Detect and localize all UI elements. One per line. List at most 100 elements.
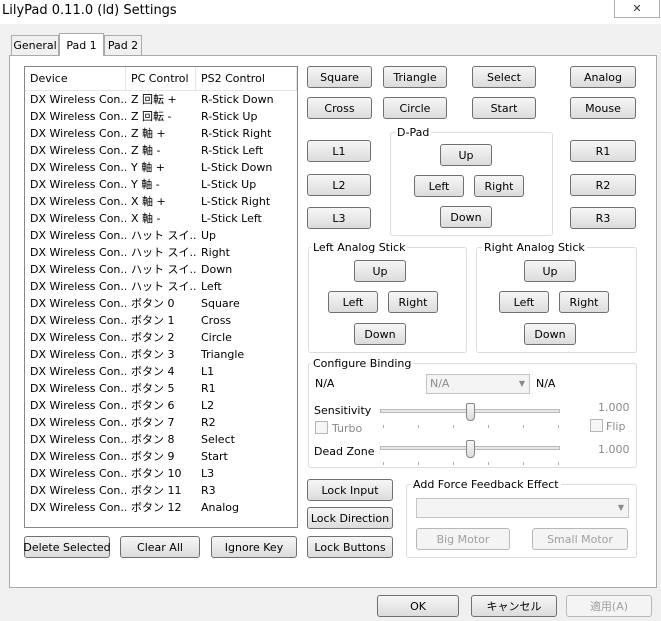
- ignore-key-button[interactable]: Ignore Key: [211, 536, 297, 558]
- tab-pad-1[interactable]: Pad 1: [59, 33, 104, 56]
- cell-pc-control: Z 軸 +: [131, 127, 166, 140]
- table-row[interactable]: DX Wireless Con... ボタン 8 Select: [25, 431, 297, 448]
- cell-device: DX Wireless Con...: [30, 93, 126, 106]
- table-row[interactable]: DX Wireless Con... X 軸 - L-Stick Left: [25, 210, 297, 227]
- lock-direction-button[interactable]: Lock Direction: [307, 507, 393, 529]
- mouse-button[interactable]: Mouse: [570, 97, 636, 119]
- square-button[interactable]: Square: [307, 66, 372, 88]
- start-button[interactable]: Start: [472, 97, 536, 119]
- chevron-down-icon: ▼: [617, 503, 624, 512]
- cell-pc-control: ボタン 2: [131, 331, 175, 344]
- sensitivity-slider-thumb[interactable]: [466, 403, 475, 421]
- cell-ps2-control: L-Stick Down: [201, 161, 273, 174]
- table-row[interactable]: DX Wireless Con... ボタン 7 R2: [25, 414, 297, 431]
- header-pc-control[interactable]: PC Control: [126, 67, 196, 91]
- cell-pc-control: ボタン 12: [131, 501, 182, 514]
- select-button[interactable]: Select: [472, 66, 536, 88]
- cell-device: DX Wireless Con...: [30, 178, 126, 191]
- cell-ps2-control: Down: [201, 263, 233, 276]
- table-row[interactable]: DX Wireless Con... ハット スイ... Up: [25, 227, 297, 244]
- cell-ps2-control: Cross: [201, 314, 232, 327]
- right-stick-up-button[interactable]: Up: [524, 260, 576, 282]
- bindings-list[interactable]: Device PC Control PS2 Control DX Wireles…: [24, 66, 298, 528]
- turbo-checkbox[interactable]: [315, 421, 328, 434]
- close-icon: ✕: [632, 2, 642, 15]
- table-row[interactable]: DX Wireless Con... ハット スイ... Down: [25, 261, 297, 278]
- dpad-right-button[interactable]: Right: [474, 175, 524, 197]
- circle-button[interactable]: Circle: [383, 97, 447, 119]
- r2-button[interactable]: R2: [570, 174, 636, 196]
- l3-button[interactable]: L3: [307, 207, 371, 229]
- lock-buttons-button[interactable]: Lock Buttons: [307, 536, 393, 558]
- lock-input-button[interactable]: Lock Input: [307, 479, 393, 501]
- table-row[interactable]: DX Wireless Con... ボタン 6 L2: [25, 397, 297, 414]
- analog-button[interactable]: Analog: [570, 66, 636, 88]
- close-button[interactable]: ✕: [614, 0, 660, 18]
- cross-button[interactable]: Cross: [307, 97, 372, 119]
- configure-binding-title: Configure Binding: [311, 357, 414, 370]
- table-row[interactable]: DX Wireless Con... X 軸 + L-Stick Right: [25, 193, 297, 210]
- l2-button[interactable]: L2: [307, 174, 371, 196]
- table-row[interactable]: DX Wireless Con... ハット スイ... Left: [25, 278, 297, 295]
- binding-combo-value: N/A: [430, 377, 450, 390]
- table-row[interactable]: DX Wireless Con... ボタン 5 R1: [25, 380, 297, 397]
- cell-pc-control: ボタン 7: [131, 416, 175, 429]
- table-row[interactable]: DX Wireless Con... ボタン 3 Triangle: [25, 346, 297, 363]
- table-row[interactable]: DX Wireless Con... ボタン 4 L1: [25, 363, 297, 380]
- tab-pad-2[interactable]: Pad 2: [104, 35, 142, 55]
- table-row[interactable]: DX Wireless Con... Z 回転 + R-Stick Down: [25, 91, 297, 108]
- delete-selected-button[interactable]: Delete Selected: [23, 536, 111, 558]
- table-row[interactable]: DX Wireless Con... Z 軸 + R-Stick Right: [25, 125, 297, 142]
- right-stick-right-button[interactable]: Right: [559, 291, 609, 313]
- r1-button[interactable]: R1: [570, 140, 636, 162]
- table-row[interactable]: DX Wireless Con... ボタン 10 L3: [25, 465, 297, 482]
- dpad-left-button[interactable]: Left: [414, 175, 464, 197]
- tab-general[interactable]: General: [11, 35, 59, 55]
- small-motor-button[interactable]: Small Motor: [532, 528, 628, 550]
- clear-all-button[interactable]: Clear All: [120, 536, 200, 558]
- header-device[interactable]: Device: [25, 67, 126, 91]
- table-row[interactable]: DX Wireless Con... ボタン 0 Square: [25, 295, 297, 312]
- flip-checkbox[interactable]: [590, 419, 603, 432]
- slider-tick: [558, 425, 559, 428]
- list-rows: DX Wireless Con... Z 回転 + R-Stick Down DX W…: [25, 91, 297, 516]
- left-stick-down-button[interactable]: Down: [354, 323, 406, 345]
- turbo-label: Turbo: [332, 422, 363, 435]
- binding-value-label: N/A: [536, 377, 556, 390]
- ok-button[interactable]: OK: [377, 595, 459, 617]
- l1-button[interactable]: L1: [307, 140, 371, 162]
- force-feedback-combo[interactable]: ▼: [416, 498, 629, 518]
- r3-button[interactable]: R3: [570, 207, 636, 229]
- dpad-up-button[interactable]: Up: [440, 144, 492, 166]
- cell-pc-control: Y 軸 +: [131, 161, 165, 174]
- left-analog-stick-title: Left Analog Stick: [311, 241, 408, 254]
- cell-ps2-control: Start: [201, 450, 228, 463]
- cell-device: DX Wireless Con...: [30, 161, 126, 174]
- table-row[interactable]: DX Wireless Con... Y 軸 + L-Stick Down: [25, 159, 297, 176]
- table-row[interactable]: DX Wireless Con... ボタン 2 Circle: [25, 329, 297, 346]
- table-row[interactable]: DX Wireless Con... ボタン 12 Analog: [25, 499, 297, 516]
- big-motor-button[interactable]: Big Motor: [416, 528, 510, 550]
- slider-tick: [523, 425, 524, 428]
- deadzone-slider-thumb[interactable]: [466, 440, 475, 458]
- dpad-down-button[interactable]: Down: [440, 206, 492, 228]
- table-row[interactable]: DX Wireless Con... Y 軸 - L-Stick Up: [25, 176, 297, 193]
- table-row[interactable]: DX Wireless Con... Z 回転 - R-Stick Up: [25, 108, 297, 125]
- left-stick-up-button[interactable]: Up: [354, 260, 406, 282]
- binding-combo[interactable]: N/A ▼: [426, 374, 530, 394]
- table-row[interactable]: DX Wireless Con... Z 軸 - R-Stick Left: [25, 142, 297, 159]
- right-stick-down-button[interactable]: Down: [524, 323, 576, 345]
- table-row[interactable]: DX Wireless Con... ハット スイ... Right: [25, 244, 297, 261]
- right-stick-left-button[interactable]: Left: [499, 291, 549, 313]
- cell-ps2-control: Left: [201, 280, 222, 293]
- header-ps2-control[interactable]: PS2 Control: [196, 67, 297, 91]
- table-row[interactable]: DX Wireless Con... ボタン 1 Cross: [25, 312, 297, 329]
- cancel-button[interactable]: キャンセル: [471, 595, 557, 617]
- left-stick-left-button[interactable]: Left: [328, 291, 378, 313]
- table-row[interactable]: DX Wireless Con... ボタン 9 Start: [25, 448, 297, 465]
- triangle-button[interactable]: Triangle: [383, 66, 447, 88]
- cell-pc-control: Z 軸 -: [131, 144, 161, 157]
- table-row[interactable]: DX Wireless Con... ボタン 11 R3: [25, 482, 297, 499]
- left-stick-right-button[interactable]: Right: [388, 291, 438, 313]
- apply-button[interactable]: 適用(A): [566, 595, 652, 617]
